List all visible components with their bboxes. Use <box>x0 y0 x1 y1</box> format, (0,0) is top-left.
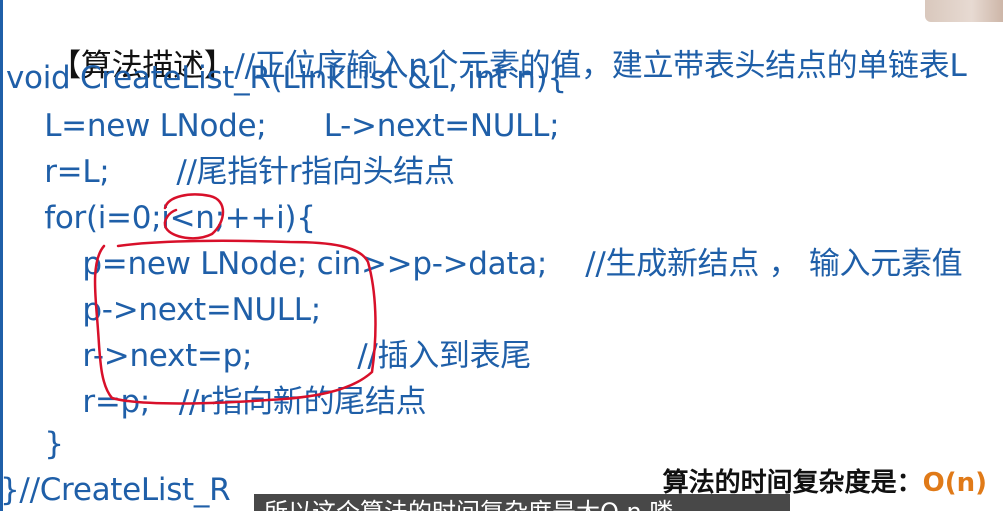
code-line-init-list: L=new LNode; L->next=NULL; <box>6 108 560 144</box>
code-line-signature: void CreateList_R(LinkList &L, int n){ <box>6 60 567 96</box>
code-line-for-loop: for(i=0;i<n;++i){ <box>6 200 316 236</box>
complexity-value: O(n) <box>922 468 987 498</box>
code-line-move-tail: r=p; //r指向新的尾结点 <box>6 384 427 420</box>
code-line-next-null: p->next=NULL; <box>6 292 321 328</box>
code-line-insert-tail: r->next=p; //插入到表尾 <box>6 338 532 374</box>
code-line-loop-end: } <box>6 426 64 462</box>
slide-left-border <box>0 0 3 511</box>
code-line-tail-pointer: r=L; //尾指针r指向头结点 <box>6 154 455 190</box>
code-line-function-end: }//CreateList_R <box>0 472 231 508</box>
slide: 【算法描述】//正位序输入n个元素的值，建立带表头结点的单链表L void Cr… <box>0 0 1003 511</box>
video-subtitle: 所以这个算法的时间复杂度是大O n 喽 <box>254 494 790 511</box>
code-line-new-node: p=new LNode; cin>>p->data; //生成新结点 ， 输入元… <box>6 246 963 282</box>
